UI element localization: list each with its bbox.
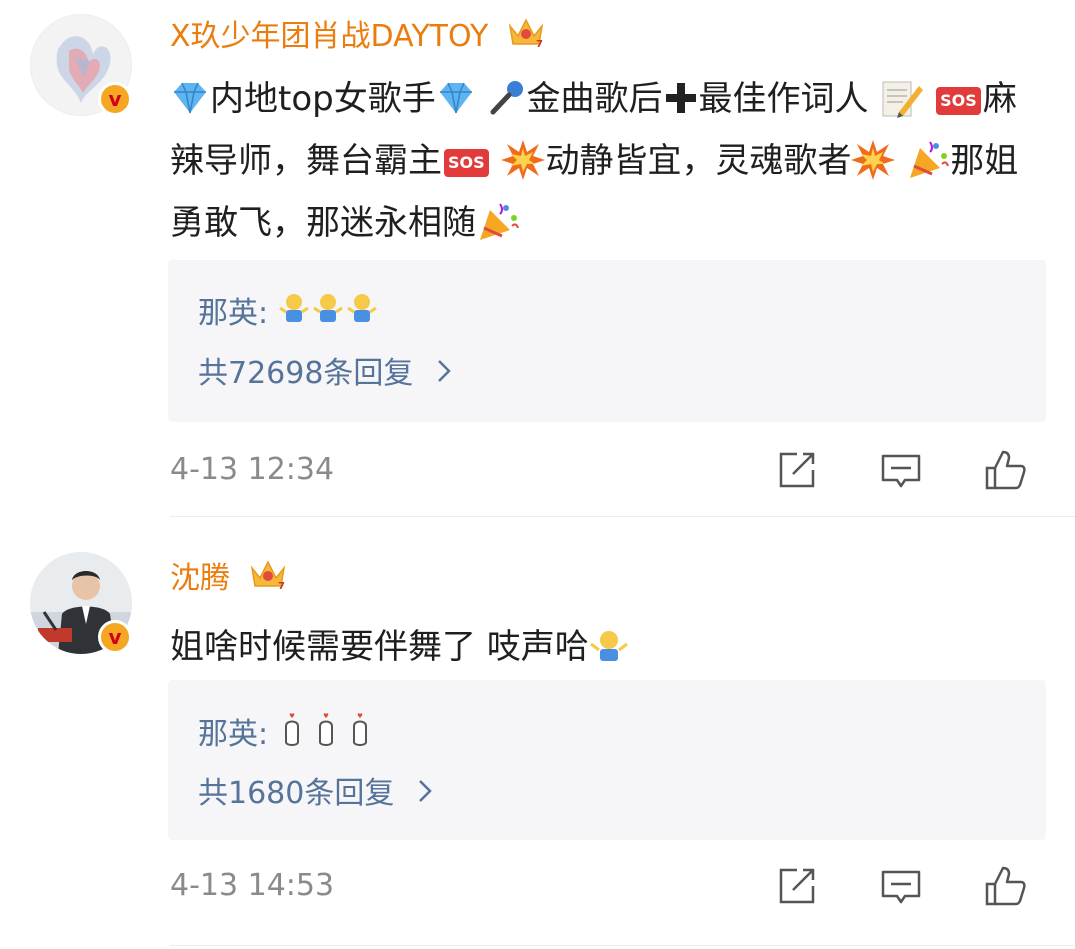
username[interactable]: 沈腾 7 bbox=[170, 556, 288, 603]
timestamp: 4-13 12:34 bbox=[170, 452, 335, 487]
divider bbox=[170, 945, 1075, 946]
comment-text: 姐啥时候需要伴舞了 吱声哈 bbox=[170, 616, 1050, 678]
chevron-right-icon bbox=[437, 354, 451, 394]
memo-pencil-icon bbox=[879, 76, 924, 126]
reply-preview[interactable]: 那英: 共1680条回复 bbox=[168, 680, 1046, 840]
chevron-right-icon bbox=[418, 774, 432, 814]
comment-actions bbox=[775, 864, 1035, 908]
view-replies-link[interactable]: 共1680条回复 bbox=[198, 774, 432, 814]
sos-icon: SOS bbox=[936, 86, 981, 115]
view-replies-link[interactable]: 共72698条回复 bbox=[198, 354, 451, 394]
svg-text:7: 7 bbox=[536, 39, 543, 50]
party-popper-icon bbox=[906, 138, 950, 188]
reply-item[interactable]: 那英: bbox=[198, 712, 374, 759]
collision-icon bbox=[501, 138, 546, 188]
microphone-icon bbox=[487, 78, 527, 124]
share-icon[interactable] bbox=[775, 864, 819, 908]
comment-text: 内地top女歌手 金曲歌后 最佳作词人 SOS 麻辣导师，舞台霸主 SOS 动静皆宜… bbox=[170, 68, 1050, 254]
comment-item: v X玖少年团肖战DAYTOY 7 内地top女歌手 金曲歌后 最佳作词人 SO… bbox=[0, 0, 1075, 520]
comment-item: v 沈腾 7 姐啥时候需要伴舞了 吱声哈 那英: 共1680条回复 4-13 1… bbox=[0, 520, 1075, 949]
timestamp: 4-13 14:53 bbox=[170, 868, 335, 903]
comment-actions bbox=[775, 448, 1035, 492]
reply-item[interactable]: 那英: bbox=[198, 292, 378, 337]
diamond-icon bbox=[170, 80, 210, 122]
shrug-emoji-icons bbox=[278, 292, 378, 337]
svg-text:7: 7 bbox=[278, 581, 285, 592]
crown-icon: 7 bbox=[506, 14, 546, 61]
sos-icon: SOS bbox=[444, 148, 489, 177]
divider bbox=[170, 516, 1075, 517]
verified-badge-icon: v bbox=[98, 82, 132, 116]
username[interactable]: X玖少年团肖战DAYTOY 7 bbox=[170, 14, 546, 61]
shrug-emoji-icon bbox=[589, 628, 629, 670]
crown-icon: 7 bbox=[248, 556, 288, 603]
plus-icon bbox=[663, 80, 699, 122]
comment-icon[interactable] bbox=[879, 864, 923, 908]
thumbs-up-icon[interactable] bbox=[983, 448, 1027, 492]
finger-heart-icons bbox=[278, 712, 374, 759]
reply-preview[interactable]: 那英: 共72698条回复 bbox=[168, 260, 1046, 422]
thumbs-up-icon[interactable] bbox=[983, 864, 1027, 908]
diamond-icon bbox=[436, 80, 476, 122]
verified-badge-icon: v bbox=[98, 620, 132, 654]
party-popper-icon bbox=[476, 200, 520, 250]
collision-icon bbox=[851, 138, 896, 188]
share-icon[interactable] bbox=[775, 448, 819, 492]
comment-icon[interactable] bbox=[879, 448, 923, 492]
